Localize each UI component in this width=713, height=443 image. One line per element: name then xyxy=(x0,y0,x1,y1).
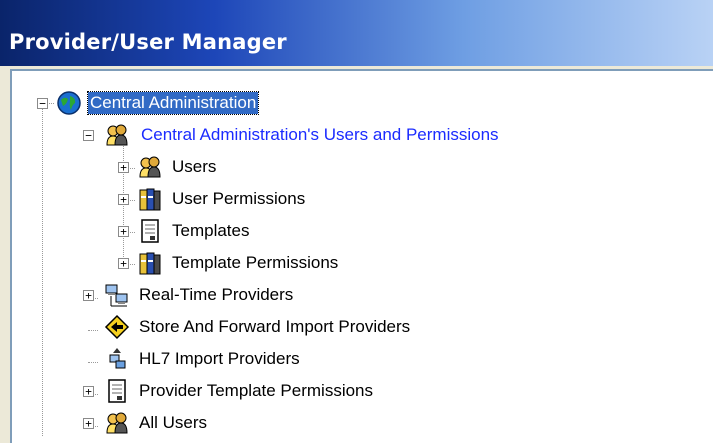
tree-node-store-and-forward[interactable]: Store And Forward Import Providers xyxy=(12,311,612,343)
expand-toggle[interactable]: + xyxy=(118,162,129,173)
users-group-icon xyxy=(104,410,130,436)
tree-node-templates[interactable]: + Templates xyxy=(12,215,612,247)
expand-toggle[interactable]: + xyxy=(118,258,129,269)
node-label: HL7 Import Providers xyxy=(139,349,300,368)
node-label: Central Administration xyxy=(86,91,260,115)
node-label: Users xyxy=(172,157,217,176)
node-label: Store And Forward Import Providers xyxy=(139,317,411,336)
expand-toggle[interactable]: + xyxy=(83,386,94,397)
collapse-toggle[interactable]: − xyxy=(37,98,48,109)
tree-node-template-permissions[interactable]: + Template Permissions xyxy=(12,247,612,279)
diamond-arrow-icon xyxy=(104,314,130,340)
node-label: Templates xyxy=(172,221,250,240)
tree-node-users-and-permissions[interactable]: − Central Administration's Users and Per… xyxy=(12,119,702,151)
expand-toggle[interactable]: + xyxy=(118,226,129,237)
tree-node-user-permissions[interactable]: + User Permissions xyxy=(12,183,612,215)
users-group-icon xyxy=(104,122,130,148)
permissions-binder-icon xyxy=(137,186,163,212)
tree-node-provider-template-permissions[interactable]: + Provider Template Permissions xyxy=(12,375,612,407)
template-document-icon xyxy=(104,378,130,404)
panel-titlebar: Provider/User Manager xyxy=(0,0,713,66)
expand-toggle[interactable]: + xyxy=(83,418,94,429)
globe-icon xyxy=(56,90,82,116)
node-label: All Users xyxy=(139,413,208,432)
users-group-icon xyxy=(137,154,163,180)
node-label: Provider Template Permissions xyxy=(139,381,373,400)
network-computers-icon xyxy=(104,282,130,308)
node-label: Real-Time Providers xyxy=(139,285,294,304)
collapse-toggle[interactable]: − xyxy=(83,130,94,141)
expand-toggle[interactable]: + xyxy=(83,290,94,301)
node-label: User Permissions xyxy=(172,189,306,208)
tree-node-hl7-import[interactable]: HL7 Import Providers xyxy=(12,343,612,375)
tree-node-real-time-providers[interactable]: + Real-Time Providers xyxy=(12,279,612,311)
node-label: Template Permissions xyxy=(172,253,339,272)
node-label: Central Administration's Users and Permi… xyxy=(141,125,499,144)
panel-title: Provider/User Manager xyxy=(9,30,287,54)
permissions-binder-icon xyxy=(137,250,163,276)
expand-toggle[interactable]: + xyxy=(118,194,129,205)
tree-node-central-administration[interactable]: − Central Administration xyxy=(12,87,612,119)
hl7-import-icon xyxy=(104,346,130,372)
tree-node-users[interactable]: + Users xyxy=(12,151,612,183)
template-document-icon xyxy=(137,218,163,244)
tree-view[interactable]: − Central Administration − Central Admin… xyxy=(10,69,713,443)
tree-node-all-users[interactable]: + All Users xyxy=(12,407,612,439)
